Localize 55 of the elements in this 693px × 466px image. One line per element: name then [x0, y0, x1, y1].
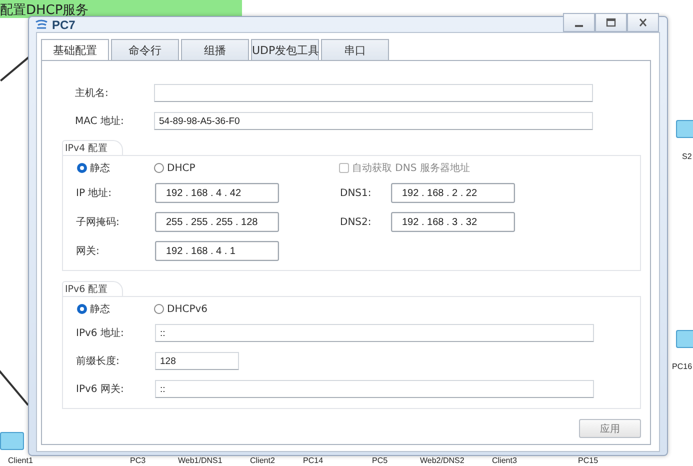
- field-label: MAC 地址:: [75, 114, 125, 128]
- close-button[interactable]: [627, 13, 659, 32]
- input-field[interactable]: ::: [155, 324, 594, 342]
- switch-icon: [676, 120, 693, 138]
- minimize-icon: [575, 24, 583, 26]
- input-field[interactable]: 128: [155, 352, 239, 370]
- ip-field[interactable]: 255 . 255 . 255 . 128: [155, 212, 279, 232]
- input-field[interactable]: [154, 84, 593, 102]
- tab[interactable]: 命令行: [111, 39, 179, 60]
- tab[interactable]: 基础配置: [41, 39, 109, 60]
- input-field[interactable]: 54-89-98-A5-36-F0: [154, 112, 593, 130]
- network-icon: [35, 19, 48, 30]
- device-label: Client3: [492, 456, 517, 465]
- group-title: IPv6 配置: [62, 281, 124, 296]
- radio-option[interactable]: 静态: [77, 302, 154, 316]
- field-label: DNS2:: [340, 216, 372, 228]
- minimize-button[interactable]: [563, 13, 595, 32]
- radio-option[interactable]: DHCP: [154, 162, 339, 174]
- close-icon: [638, 18, 648, 27]
- device-label: PC5: [372, 456, 388, 465]
- field-label: DNS1:: [340, 188, 372, 198]
- maximize-button[interactable]: [595, 13, 627, 32]
- field-label: IPv6 网关:: [76, 382, 125, 396]
- field-label: 主机名:: [75, 86, 110, 100]
- device-label: PC15: [578, 456, 598, 465]
- device-label: Web2/DNS2: [420, 456, 464, 465]
- ip-field[interactable]: 192 . 168 . 2 . 22: [391, 183, 515, 203]
- tab[interactable]: 串口: [321, 39, 389, 60]
- computer-icon: [676, 330, 693, 348]
- field-label: 子网掩码:: [76, 216, 120, 229]
- device-label: PC3: [130, 456, 146, 465]
- window-title: PC7: [52, 18, 76, 32]
- radio-option[interactable]: 静态: [77, 161, 154, 175]
- tab[interactable]: 组播: [181, 39, 249, 60]
- field-label: 前缀长度:: [76, 354, 120, 368]
- device-label: PC16: [672, 362, 692, 371]
- field-label: 网关:: [76, 244, 100, 258]
- computer-icon: [0, 432, 24, 450]
- apply-button[interactable]: 应用: [579, 419, 641, 438]
- device-label: Client1: [8, 456, 33, 465]
- device-label: Web1/DNS1: [178, 456, 222, 465]
- ip-field[interactable]: 192 . 168 . 4 . 42: [155, 183, 279, 203]
- field-label: IPv6 地址:: [76, 326, 125, 340]
- input-field[interactable]: ::: [155, 380, 594, 398]
- device-label: S2: [682, 152, 692, 161]
- canvas-note: 配置DHCP服务: [0, 0, 242, 18]
- maximize-icon: [606, 18, 616, 27]
- radio-option[interactable]: DHCPv6: [154, 304, 274, 314]
- group-title: IPv4 配置: [62, 140, 124, 155]
- device-label: PC14: [303, 456, 324, 465]
- tab[interactable]: UDP发包工具: [251, 39, 319, 60]
- field-label: IP 地址:: [76, 186, 113, 200]
- device-label: Client2: [250, 456, 275, 465]
- ip-field[interactable]: 192 . 168 . 4 . 1: [155, 241, 279, 261]
- ip-field[interactable]: 192 . 168 . 3 . 32: [391, 212, 515, 232]
